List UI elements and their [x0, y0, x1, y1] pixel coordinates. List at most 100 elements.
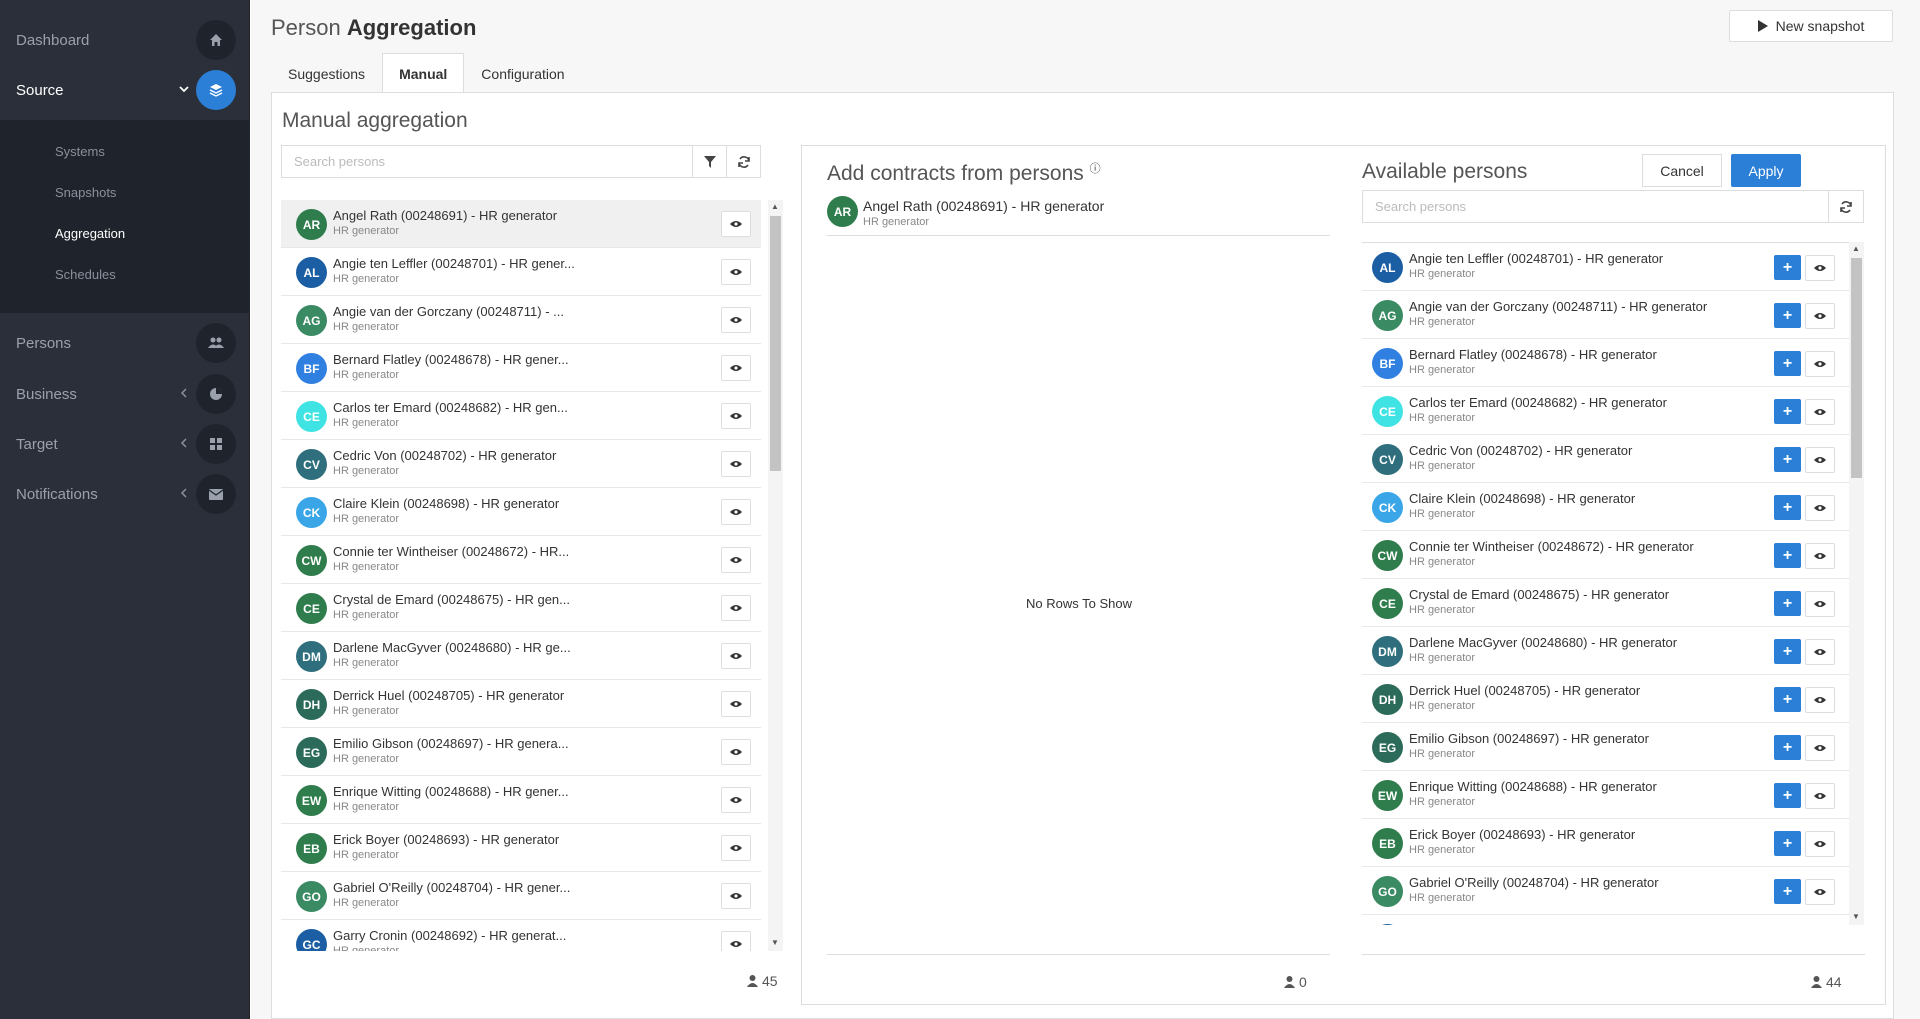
add-person-button[interactable]: + — [1774, 735, 1801, 760]
cancel-button[interactable]: Cancel — [1642, 154, 1722, 187]
tab-manual[interactable]: Manual — [382, 53, 465, 93]
view-button[interactable] — [1805, 831, 1835, 857]
view-button[interactable] — [1805, 447, 1835, 473]
list-item[interactable]: CV Cedric Von (00248702) - HR generator HR… — [1362, 435, 1849, 483]
view-button[interactable] — [721, 883, 751, 909]
list-item[interactable]: DM Darlene MacGyver (00248680) - HR ge...… — [281, 632, 761, 680]
list-item[interactable]: EB Erick Boyer (00248693) - HR generator H… — [281, 824, 761, 872]
view-button[interactable] — [721, 739, 751, 765]
add-person-button[interactable]: + — [1774, 447, 1801, 472]
nav-source[interactable]: Source — [0, 65, 250, 115]
view-button[interactable] — [721, 499, 751, 525]
list-item[interactable]: CE Crystal de Emard (00248675) - HR gen..… — [281, 584, 761, 632]
list-item[interactable]: DM Darlene MacGyver (00248680) - HR gener… — [1362, 627, 1849, 675]
nav-notifications[interactable]: Notifications — [0, 469, 250, 519]
view-button[interactable] — [1805, 399, 1835, 425]
submenu-schedules[interactable]: Schedules — [55, 267, 116, 282]
apply-button[interactable]: Apply — [1731, 154, 1801, 187]
add-person-button[interactable]: + — [1774, 783, 1801, 808]
list-item[interactable]: AL Angie ten Leffler (00248701) - HR gene… — [1362, 243, 1849, 291]
list-item[interactable]: DH Derrick Huel (00248705) - HR generator… — [1362, 675, 1849, 723]
view-button[interactable] — [1805, 495, 1835, 521]
scroll-up-icon[interactable]: ▲ — [1852, 244, 1860, 253]
list-item[interactable]: EG Emilio Gibson (00248697) - HR genera..… — [281, 728, 761, 776]
add-person-button[interactable]: + — [1774, 591, 1801, 616]
add-person-button[interactable]: + — [1774, 639, 1801, 664]
add-person-button[interactable]: + — [1774, 351, 1801, 376]
filter-button[interactable] — [692, 145, 727, 178]
list-item[interactable]: GC Garry Cronin (00248692) - HR generat..… — [281, 920, 761, 951]
tab-suggestions[interactable]: Suggestions — [271, 53, 382, 93]
refresh-button[interactable] — [726, 145, 761, 178]
list-item[interactable]: BF Bernard Flatley (00248678) - HR gener.… — [281, 344, 761, 392]
nav-business[interactable]: Business — [0, 369, 250, 419]
view-button[interactable] — [1805, 591, 1835, 617]
view-button[interactable] — [721, 547, 751, 573]
nav-target[interactable]: Target — [0, 419, 250, 469]
list-item[interactable]: AG Angie van der Gorczany (00248711) - HR… — [1362, 291, 1849, 339]
view-button[interactable] — [1805, 735, 1835, 761]
submenu-snapshots[interactable]: Snapshots — [55, 185, 116, 200]
view-button[interactable] — [721, 835, 751, 861]
list-item[interactable]: DH Derrick Huel (00248705) - HR generator… — [281, 680, 761, 728]
view-button[interactable] — [1805, 687, 1835, 713]
view-button[interactable] — [721, 403, 751, 429]
list-item[interactable]: AL Angie ten Leffler (00248701) - HR gene… — [281, 248, 761, 296]
view-button[interactable] — [721, 931, 751, 951]
view-button[interactable] — [721, 307, 751, 333]
view-button[interactable] — [1805, 543, 1835, 569]
info-icon[interactable]: ⓘ — [1090, 163, 1101, 175]
view-button[interactable] — [721, 211, 751, 237]
scroll-down-icon[interactable]: ▼ — [1852, 912, 1860, 921]
list-item[interactable]: CK Claire Klein (00248698) - HR generator… — [1362, 483, 1849, 531]
new-snapshot-button[interactable]: New snapshot — [1729, 10, 1893, 42]
list-item[interactable]: EW Enrique Witting (00248688) - HR genera… — [1362, 771, 1849, 819]
view-button[interactable] — [1805, 351, 1835, 377]
add-person-button[interactable]: + — [1774, 303, 1801, 328]
view-button[interactable] — [1805, 639, 1835, 665]
view-button[interactable] — [721, 355, 751, 381]
list-item[interactable]: CE Carlos ter Emard (00248682) - HR gen..… — [281, 392, 761, 440]
submenu-systems[interactable]: Systems — [55, 144, 105, 159]
scroll-up-icon[interactable]: ▲ — [771, 202, 779, 211]
nav-persons[interactable]: Persons — [0, 318, 250, 368]
view-button[interactable] — [721, 451, 751, 477]
view-button[interactable] — [721, 643, 751, 669]
tab-configuration[interactable]: Configuration — [464, 53, 581, 93]
list-item[interactable]: EW Enrique Witting (00248688) - HR gener.… — [281, 776, 761, 824]
list-item[interactable]: GC Garry Cronin (00248692) - HR generator… — [1362, 915, 1849, 925]
add-person-button[interactable]: + — [1774, 687, 1801, 712]
search-input[interactable]: Search persons — [281, 145, 693, 178]
available-refresh-button[interactable] — [1828, 190, 1864, 223]
list-item[interactable]: GO Gabriel O'Reilly (00248704) - HR gener… — [281, 872, 761, 920]
scroll-thumb[interactable] — [770, 216, 781, 471]
list-item[interactable]: BF Bernard Flatley (00248678) - HR genera… — [1362, 339, 1849, 387]
list-item[interactable]: CE Carlos ter Emard (00248682) - HR gener… — [1362, 387, 1849, 435]
add-person-button[interactable]: + — [1774, 255, 1801, 280]
add-person-button[interactable]: + — [1774, 543, 1801, 568]
list-item[interactable]: AR Angel Rath (00248691) - HR generator HR… — [281, 200, 761, 248]
scrollbar[interactable]: ▲ ▼ — [768, 200, 783, 951]
submenu-aggregation[interactable]: Aggregation — [55, 226, 125, 241]
list-item[interactable]: EG Emilio Gibson (00248697) - HR generato… — [1362, 723, 1849, 771]
list-item[interactable]: GO Gabriel O'Reilly (00248704) - HR gener… — [1362, 867, 1849, 915]
available-search-input[interactable]: Search persons — [1362, 190, 1829, 223]
view-button[interactable] — [1805, 255, 1835, 281]
list-item[interactable]: CV Cedric Von (00248702) - HR generator HR… — [281, 440, 761, 488]
list-item[interactable]: CE Crystal de Emard (00248675) - HR gener… — [1362, 579, 1849, 627]
add-person-button[interactable]: + — [1774, 879, 1801, 904]
list-item[interactable]: CW Connie ter Wintheiser (00248672) - HR … — [1362, 531, 1849, 579]
view-button[interactable] — [721, 259, 751, 285]
scroll-down-icon[interactable]: ▼ — [771, 938, 779, 947]
add-person-button[interactable]: + — [1774, 495, 1801, 520]
add-person-button[interactable]: + — [1774, 831, 1801, 856]
scroll-thumb[interactable] — [1851, 258, 1862, 478]
add-person-button[interactable]: + — [1774, 399, 1801, 424]
view-button[interactable] — [721, 595, 751, 621]
list-item[interactable]: CW Connie ter Wintheiser (00248672) - HR.… — [281, 536, 761, 584]
view-button[interactable] — [1805, 783, 1835, 809]
list-item[interactable]: AG Angie van der Gorczany (00248711) - ..… — [281, 296, 761, 344]
scrollbar[interactable]: ▲ ▼ — [1849, 242, 1864, 925]
nav-dashboard[interactable]: Dashboard — [0, 15, 250, 65]
list-item[interactable]: CK Claire Klein (00248698) - HR generator… — [281, 488, 761, 536]
